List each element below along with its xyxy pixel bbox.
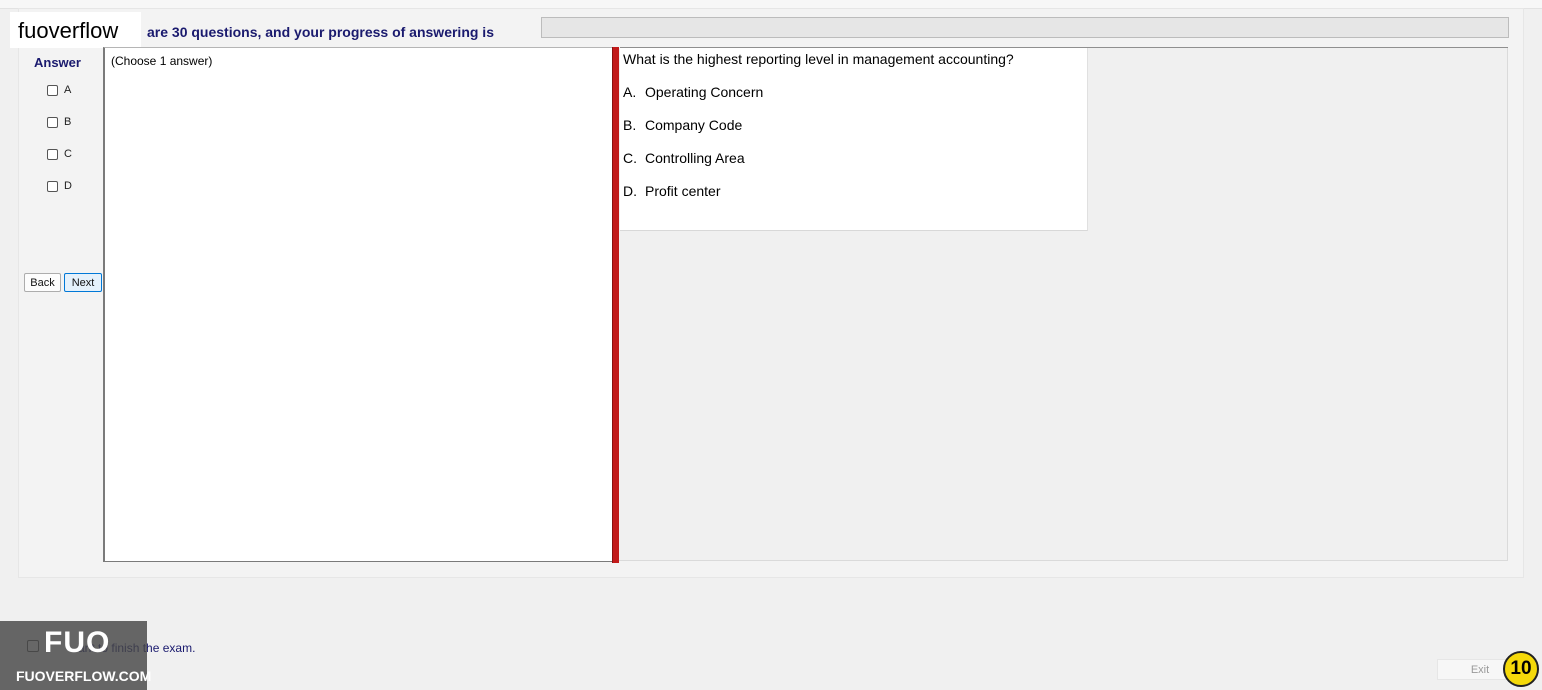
answer-option-b[interactable]: B [47, 115, 71, 129]
checkbox-c[interactable] [47, 148, 58, 160]
instruction-text: (Choose 1 answer) [111, 54, 213, 68]
question-choice-b: B. Company Code [623, 117, 742, 133]
question-text: What is the highest reporting level in m… [623, 51, 1014, 67]
answer-title: Answer [34, 55, 81, 70]
panel-splitter[interactable] [612, 47, 619, 563]
checkbox-b[interactable] [47, 116, 58, 128]
next-button[interactable]: Next [64, 273, 102, 292]
logo: fuoverflow [18, 18, 119, 43]
progress-text: are 30 questions, and your progress of a… [147, 24, 494, 40]
question-choice-c: C. Controlling Area [623, 150, 745, 166]
question-choice-a: A. Operating Concern [623, 84, 763, 100]
question-choice-d: D. Profit center [623, 183, 720, 199]
answer-text-panel [103, 47, 612, 562]
answer-option-label: C [64, 148, 72, 160]
back-button[interactable]: Back [24, 273, 61, 292]
question-box [620, 48, 1088, 231]
progress-bar [541, 17, 1509, 38]
answer-option-label: D [64, 180, 72, 192]
answer-option-label: A [64, 84, 72, 96]
answer-option-d[interactable]: D [47, 179, 72, 193]
watermark-logo: FUO [44, 626, 111, 659]
checkbox-d[interactable] [47, 180, 58, 192]
choice-text: Company Code [645, 117, 743, 133]
answer-option-label: B [64, 116, 72, 128]
checkbox-a[interactable] [47, 84, 58, 96]
question-number-badge: 10 [1503, 651, 1539, 687]
choice-text: Profit center [645, 183, 721, 199]
answer-option-a[interactable]: A [47, 83, 71, 97]
choice-text: Operating Concern [645, 84, 764, 100]
choice-letter: B. [623, 117, 637, 133]
choice-letter: A. [623, 84, 637, 100]
watermark-url: FUOVERFLOW.COM [16, 668, 152, 684]
choice-letter: C. [623, 150, 637, 166]
choice-text: Controlling Area [645, 150, 745, 166]
choice-letter: D. [623, 183, 637, 199]
answer-option-c[interactable]: C [47, 147, 72, 161]
